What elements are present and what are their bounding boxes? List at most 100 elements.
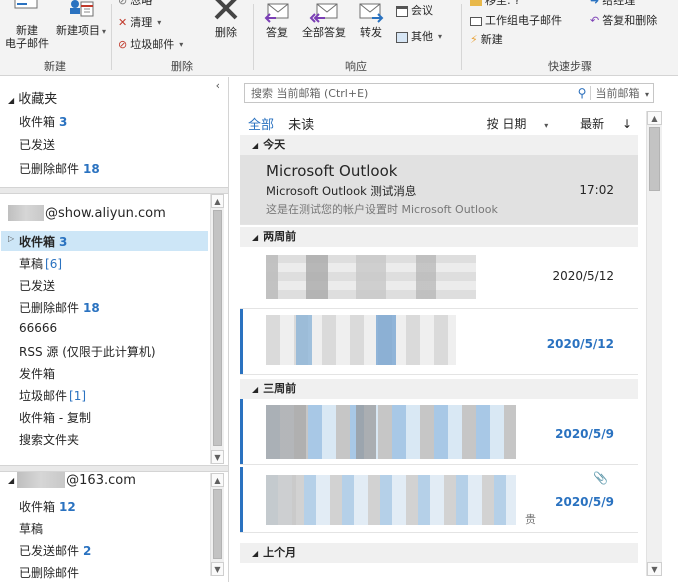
folder-item-sent[interactable]: 已发送 [19,277,55,294]
ignore-label: 忽略 [130,0,153,7]
unread-count: 12 [59,500,76,514]
message-item[interactable]: Microsoft Outlook Microsoft Outlook 测试消息… [240,155,638,225]
folder-item-inbox-163[interactable]: 收件箱 12 [19,498,76,515]
fav-item-label: 收件箱 [19,115,56,129]
chevron-down-icon: ▾ [438,32,443,41]
lightning-icon: ⚡ [470,33,478,46]
folder-item-66666[interactable]: 66666 [19,321,57,335]
message-item[interactable]: 2020/5/12 [240,309,638,375]
fav-item-deleted[interactable]: 已删除邮件 18 [19,160,100,177]
quickstep-move-button[interactable]: 移至: ? [470,0,520,10]
meeting-button[interactable]: 会议 [396,2,433,20]
cleanup-button[interactable]: ✕ 清理 ▾ [118,14,161,32]
group-header-two-weeks[interactable]: ◢ 两周前 [240,227,638,247]
quickstep-new-label: 新建 [480,33,503,46]
fav-item-inbox[interactable]: 收件箱 3 [19,113,67,130]
account-header-163[interactable]: ◢ @163.com [8,472,136,488]
new-email-label-1: 新建 [16,24,38,37]
scrollbar-thumb[interactable] [213,489,222,559]
folder-label: 66666 [19,321,58,335]
new-email-icon [14,0,38,9]
search-box[interactable]: 搜索 当前邮箱 (Ctrl+E) ⚲ 当前邮箱 ▾ [244,83,654,103]
chevron-down-icon: ▾ [179,40,184,49]
forward-button[interactable]: 转发 [354,0,388,39]
new-items-button[interactable]: 新建项目 ▾ [54,0,108,38]
scroll-up-icon[interactable]: ▲ [647,111,662,125]
message-list-scrollbar[interactable]: ▲ ▼ [646,111,662,576]
folder-item-junk[interactable]: 垃圾邮件 [1] [19,387,86,404]
folder-item-drafts-163[interactable]: 草稿 [19,520,43,537]
chevron-down-icon: ▾ [101,27,106,36]
folder-item-drafts[interactable]: 草稿 [6] [19,255,62,272]
folder-item-deleted-163[interactable]: 已删除邮件 [19,564,79,581]
sort-order-toggle[interactable]: 最新 ↓ [566,117,632,131]
quickstep-reply-delete-button[interactable]: ↶ 答复和删除 [590,12,657,30]
group-label: 今天 [263,138,286,151]
quickstep-new-button[interactable]: ⚡ 新建 [470,31,503,49]
folder-scrollbar[interactable]: ▲ ▼ [210,194,224,464]
folder-item-sent-163[interactable]: 已发送邮件 2 [19,542,91,559]
folder-item-rss[interactable]: RSS 源 (仅限于此计算机) [19,343,156,360]
filter-all[interactable]: 全部 [248,118,274,133]
quickstep-team-email-label: 工作组电子邮件 [485,14,562,27]
reply-label: 答复 [266,26,288,39]
folder-item-inbox[interactable]: 收件箱 3 [19,233,67,250]
folder-label: 收件箱 - 复制 [19,411,91,425]
unread-count: 18 [83,301,100,315]
scroll-down-icon[interactable]: ▼ [211,562,224,576]
message-sender: Microsoft Outlook [266,162,398,180]
folder-item-search-folders[interactable]: 搜索文件夹 [19,431,79,448]
folder-label: RSS 源 (仅限于此计算机) [19,345,156,359]
folder-item-inbox-copy[interactable]: 收件箱 - 复制 [19,409,91,426]
group-header-last-month[interactable]: ◢ 上个月 [240,543,638,563]
message-item[interactable]: 2020/5/9 [240,399,638,465]
new-email-button[interactable]: 新建 电子邮件 [2,0,52,50]
reply-all-button[interactable]: 全部答复 [296,0,352,39]
search-input[interactable]: 搜索 当前邮箱 (Ctrl+E) [245,85,573,101]
search-scope-dropdown[interactable]: 当前邮箱 ▾ [595,85,653,101]
forward-label: 转发 [360,26,382,39]
fav-item-sent[interactable]: 已发送 [19,136,55,153]
search-icon[interactable]: ⚲ [573,86,592,100]
folder-item-deleted[interactable]: 已删除邮件 18 [19,299,100,316]
message-item[interactable]: 📎 2020/5/9 贵 [240,467,638,533]
expanded-triangle-icon: ◢ [8,96,15,105]
folder-item-outbox[interactable]: 发件箱 [19,365,55,382]
redacted-name [17,472,66,488]
group-quicksteps-label: 快速步骤 [548,60,592,73]
delete-button[interactable]: 删除 [208,0,244,39]
message-item[interactable]: 2020/5/12 [240,247,638,309]
scroll-down-icon[interactable]: ▼ [647,562,662,576]
quickstep-reply-delete-label: 答复和删除 [602,14,658,27]
favorites-header[interactable]: ◢ 收藏夹 [8,88,57,107]
scroll-down-icon[interactable]: ▼ [211,450,224,464]
more-respond-icon [396,31,408,43]
reply-button[interactable]: 答复 [260,0,294,39]
group-new-label: 新建 [44,60,66,73]
group-header-three-weeks[interactable]: ◢ 三周前 [240,379,638,399]
scroll-up-icon[interactable]: ▲ [211,473,224,487]
group-label: 三周前 [263,382,297,395]
scrollbar-thumb[interactable] [213,210,222,446]
more-respond-button[interactable]: 其他 ▾ [396,28,442,46]
collapsed-triangle-icon[interactable]: ▷ [8,234,14,243]
ignore-button[interactable]: ⊘ 忽略 [118,0,152,10]
redacted-content [266,405,516,459]
scroll-up-icon[interactable]: ▲ [211,194,224,208]
account-header-aliyun[interactable]: @show.aliyun.com [8,205,166,221]
folder-scrollbar-2[interactable]: ▲ ▼ [210,473,224,576]
sort-by-dropdown[interactable]: 按 日期 ▾ [473,117,549,131]
collapse-pane-icon[interactable]: ‹ [216,79,220,92]
junk-button[interactable]: ⊘ 垃圾邮件 ▾ [118,36,183,54]
group-respond-label: 响应 [345,60,367,73]
scrollbar-thumb[interactable] [649,127,660,191]
filter-unread[interactable]: 未读 [288,118,314,133]
quickstep-move-label: 移至: ? [485,0,521,7]
delete-x-icon [214,0,238,20]
quickstep-team-email-button[interactable]: 工作组电子邮件 [470,12,562,30]
quickstep-manager-button[interactable]: ➜ 给经理 [590,0,635,10]
group-header-today[interactable]: ◢ 今天 [240,135,638,155]
favorites-title: 收藏夹 [18,92,58,107]
unread-count: 3 [59,115,68,129]
ribbon: 新建 电子邮件 新建项目 ▾ 新建 ⊘ 忽略 ✕ 清理 ▾ ⊘ 垃圾邮件 ▾ 删… [0,0,678,76]
